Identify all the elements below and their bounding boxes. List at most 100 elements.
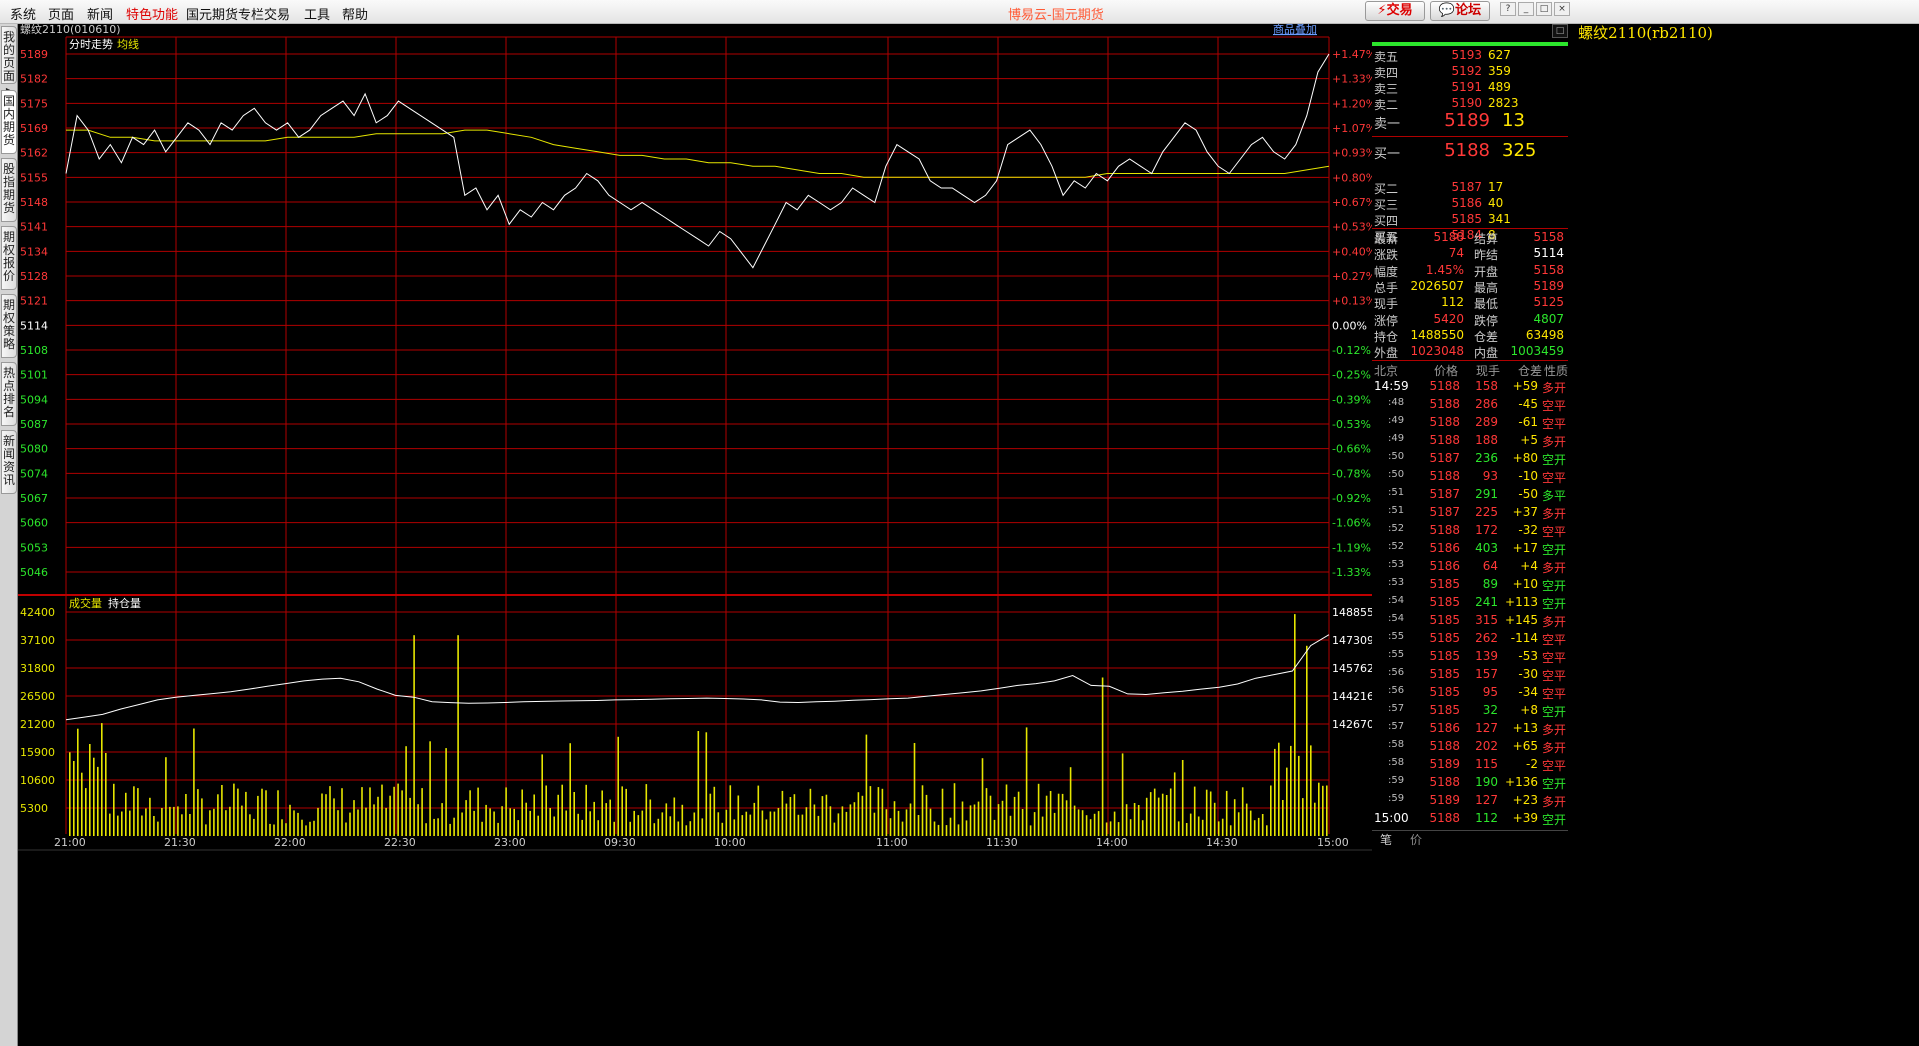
help-icon[interactable]: ? bbox=[1500, 2, 1516, 16]
menu-page[interactable]: 页面 bbox=[48, 4, 74, 23]
volume-bar bbox=[197, 789, 199, 836]
tick-volume: 190 bbox=[1475, 775, 1498, 789]
volume-bar bbox=[533, 794, 535, 836]
volume-bar bbox=[433, 818, 435, 836]
stat-value: 5189 bbox=[1533, 278, 1564, 293]
tick-nature: 多开 bbox=[1542, 723, 1567, 737]
panel-toggle-icon[interactable]: □ bbox=[1552, 24, 1568, 38]
tab-trades[interactable]: 笔 bbox=[1380, 831, 1392, 848]
percent-tick: +0.67% bbox=[1332, 196, 1372, 209]
tick-price: 5188 bbox=[1429, 775, 1460, 789]
stat-key: 持仓 bbox=[1374, 329, 1399, 344]
volume-bar bbox=[1261, 814, 1264, 836]
tab-my-page[interactable]: 我的页面▶ bbox=[1, 26, 17, 95]
menu-tools[interactable]: 工具 bbox=[304, 4, 330, 23]
percent-tick: +0.53% bbox=[1332, 221, 1372, 234]
tick-price: 5189 bbox=[1429, 793, 1460, 807]
tick-oi-change: -50 bbox=[1518, 487, 1538, 501]
tick-oi-change: -32 bbox=[1518, 523, 1538, 537]
tick-price: 5186 bbox=[1429, 559, 1460, 573]
percent-tick: -1.06% bbox=[1332, 517, 1371, 530]
tab-news[interactable]: 新闻资讯 bbox=[1, 430, 17, 494]
volume-bar bbox=[1249, 810, 1252, 836]
maximize-icon[interactable]: □ bbox=[1536, 2, 1552, 16]
oi-tick: 1488551 bbox=[1332, 606, 1372, 619]
menu-system[interactable]: 系统 bbox=[10, 4, 36, 23]
minimize-icon[interactable]: _ bbox=[1518, 2, 1534, 16]
menu-trade[interactable]: 交易 bbox=[264, 4, 290, 23]
volume-bar bbox=[933, 821, 936, 836]
volume-bar bbox=[1069, 767, 1072, 836]
tab-label: 新闻资讯 bbox=[2, 434, 15, 487]
percent-tick: +0.40% bbox=[1332, 245, 1372, 258]
volume-bar bbox=[733, 819, 736, 836]
volume-bar bbox=[809, 788, 812, 836]
volume-bar bbox=[1314, 802, 1316, 836]
tick-oi-change: +37 bbox=[1512, 505, 1538, 519]
stat-key: 涨跌 bbox=[1374, 248, 1399, 263]
tab-index-futures[interactable]: 股指期货 bbox=[1, 158, 17, 222]
price-tick: 5046 bbox=[20, 566, 48, 579]
volume-bar bbox=[1105, 822, 1108, 836]
volume-bar bbox=[661, 812, 664, 836]
tick-row: :52 5186 403 +17 空开 bbox=[1372, 541, 1919, 557]
volume-bar bbox=[409, 797, 411, 836]
volume-bar bbox=[1286, 767, 1288, 836]
volume-bar bbox=[217, 794, 219, 836]
volume-tick: 37100 bbox=[20, 634, 55, 647]
bid-volume: 325 bbox=[1502, 140, 1537, 161]
stat-key: 涨停 bbox=[1374, 313, 1399, 328]
tick-row: 15:00 5188 112 +39 空开 bbox=[1372, 811, 1919, 827]
volume-bar bbox=[889, 818, 892, 836]
volume-bar bbox=[505, 787, 507, 836]
menu-guoyuan[interactable]: 国元期货专栏 bbox=[186, 4, 264, 23]
intraday-chart[interactable]: 螺纹2110(010610) 商品叠加 分时走势 均线 成交量 持仓量 5189… bbox=[18, 24, 1372, 1046]
time-tick: 23:00 bbox=[494, 836, 526, 849]
volume-bar bbox=[801, 814, 804, 836]
bid-price: 5185 bbox=[1451, 212, 1482, 226]
menu-help[interactable]: 帮助 bbox=[342, 4, 368, 23]
tick-time: :52 bbox=[1388, 523, 1405, 534]
tick-time: :53 bbox=[1388, 577, 1405, 588]
time-tick: 10:00 bbox=[714, 836, 746, 849]
time-tick: 14:30 bbox=[1206, 836, 1238, 849]
trade-button[interactable]: ⚡交易 bbox=[1365, 1, 1425, 21]
volume-bar bbox=[329, 786, 331, 836]
volume-bar bbox=[1149, 792, 1152, 836]
volume-bar bbox=[1278, 742, 1280, 836]
close-icon[interactable]: × bbox=[1554, 2, 1570, 16]
volume-bar bbox=[1310, 745, 1312, 836]
price-tick: 5108 bbox=[20, 344, 48, 357]
volume-bar bbox=[229, 806, 231, 836]
bid-price: 5186 bbox=[1451, 196, 1482, 210]
volume-bar bbox=[257, 795, 259, 836]
tab-price[interactable]: 价 bbox=[1410, 831, 1422, 848]
ask-price: 5189 bbox=[1444, 110, 1490, 131]
price-tick: 5101 bbox=[20, 369, 48, 382]
menu-news[interactable]: 新闻 bbox=[87, 4, 113, 23]
volume-bar bbox=[561, 784, 563, 836]
tab-hot-ranking[interactable]: 热点排名 bbox=[1, 362, 17, 426]
menu-special[interactable]: 特色功能 bbox=[126, 4, 178, 23]
tab-option-strategy[interactable]: 期权策略 bbox=[1, 294, 17, 358]
tick-time: :58 bbox=[1388, 757, 1405, 768]
ask-volume: 359 bbox=[1488, 64, 1511, 78]
overlay-link[interactable]: 商品叠加 bbox=[1273, 24, 1317, 36]
volume-bar bbox=[1177, 821, 1180, 836]
oi-tick: 1426707 bbox=[1332, 718, 1372, 731]
tick-time: :54 bbox=[1388, 613, 1405, 624]
time-tick: 11:00 bbox=[876, 836, 908, 849]
volume-bar bbox=[317, 807, 319, 836]
tab-option-quotes[interactable]: 期权报价 bbox=[1, 226, 17, 290]
tick-nature: 多开 bbox=[1542, 507, 1567, 521]
tab-label: 期权报价 bbox=[2, 230, 15, 283]
volume-bar bbox=[73, 761, 75, 836]
ask-price: 5191 bbox=[1451, 80, 1482, 94]
volume-bar bbox=[481, 821, 483, 836]
volume-bar bbox=[877, 787, 880, 836]
price-tick: 5162 bbox=[20, 147, 48, 160]
volume-bar bbox=[413, 635, 415, 836]
tab-domestic-futures[interactable]: 国内期货 bbox=[1, 90, 17, 154]
forum-button[interactable]: 💬论坛 bbox=[1430, 1, 1490, 21]
volume-bar bbox=[957, 824, 960, 836]
